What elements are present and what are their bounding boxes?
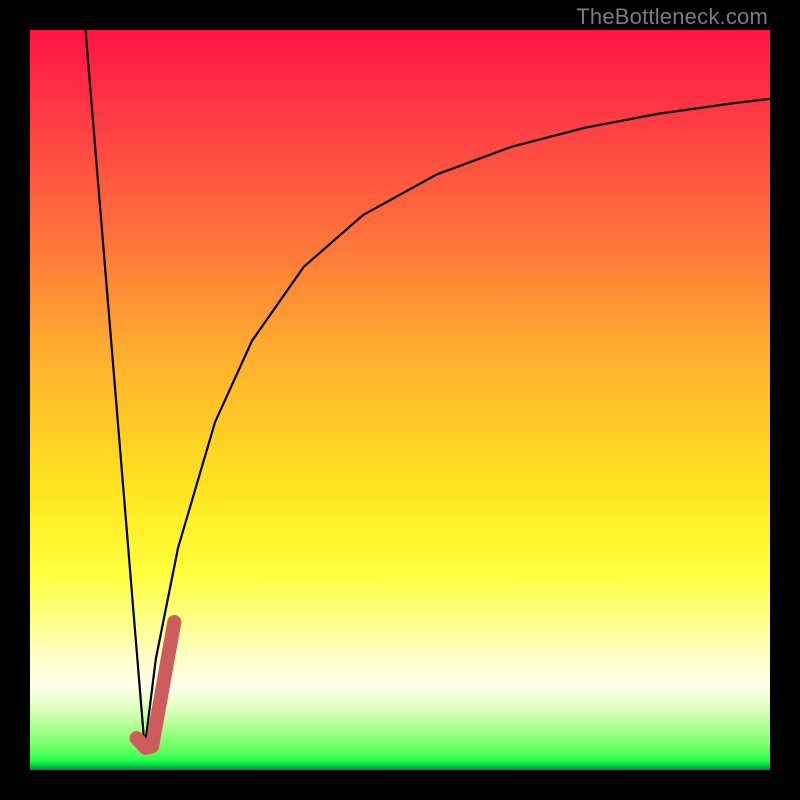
chart-svg: [30, 30, 770, 770]
plot-area: [30, 30, 770, 770]
chart-container: TheBottleneck.com: [0, 0, 800, 800]
watermark-text: TheBottleneck.com: [576, 4, 768, 30]
series-right-ascent: [145, 99, 770, 748]
series-left-descent: [86, 30, 145, 748]
